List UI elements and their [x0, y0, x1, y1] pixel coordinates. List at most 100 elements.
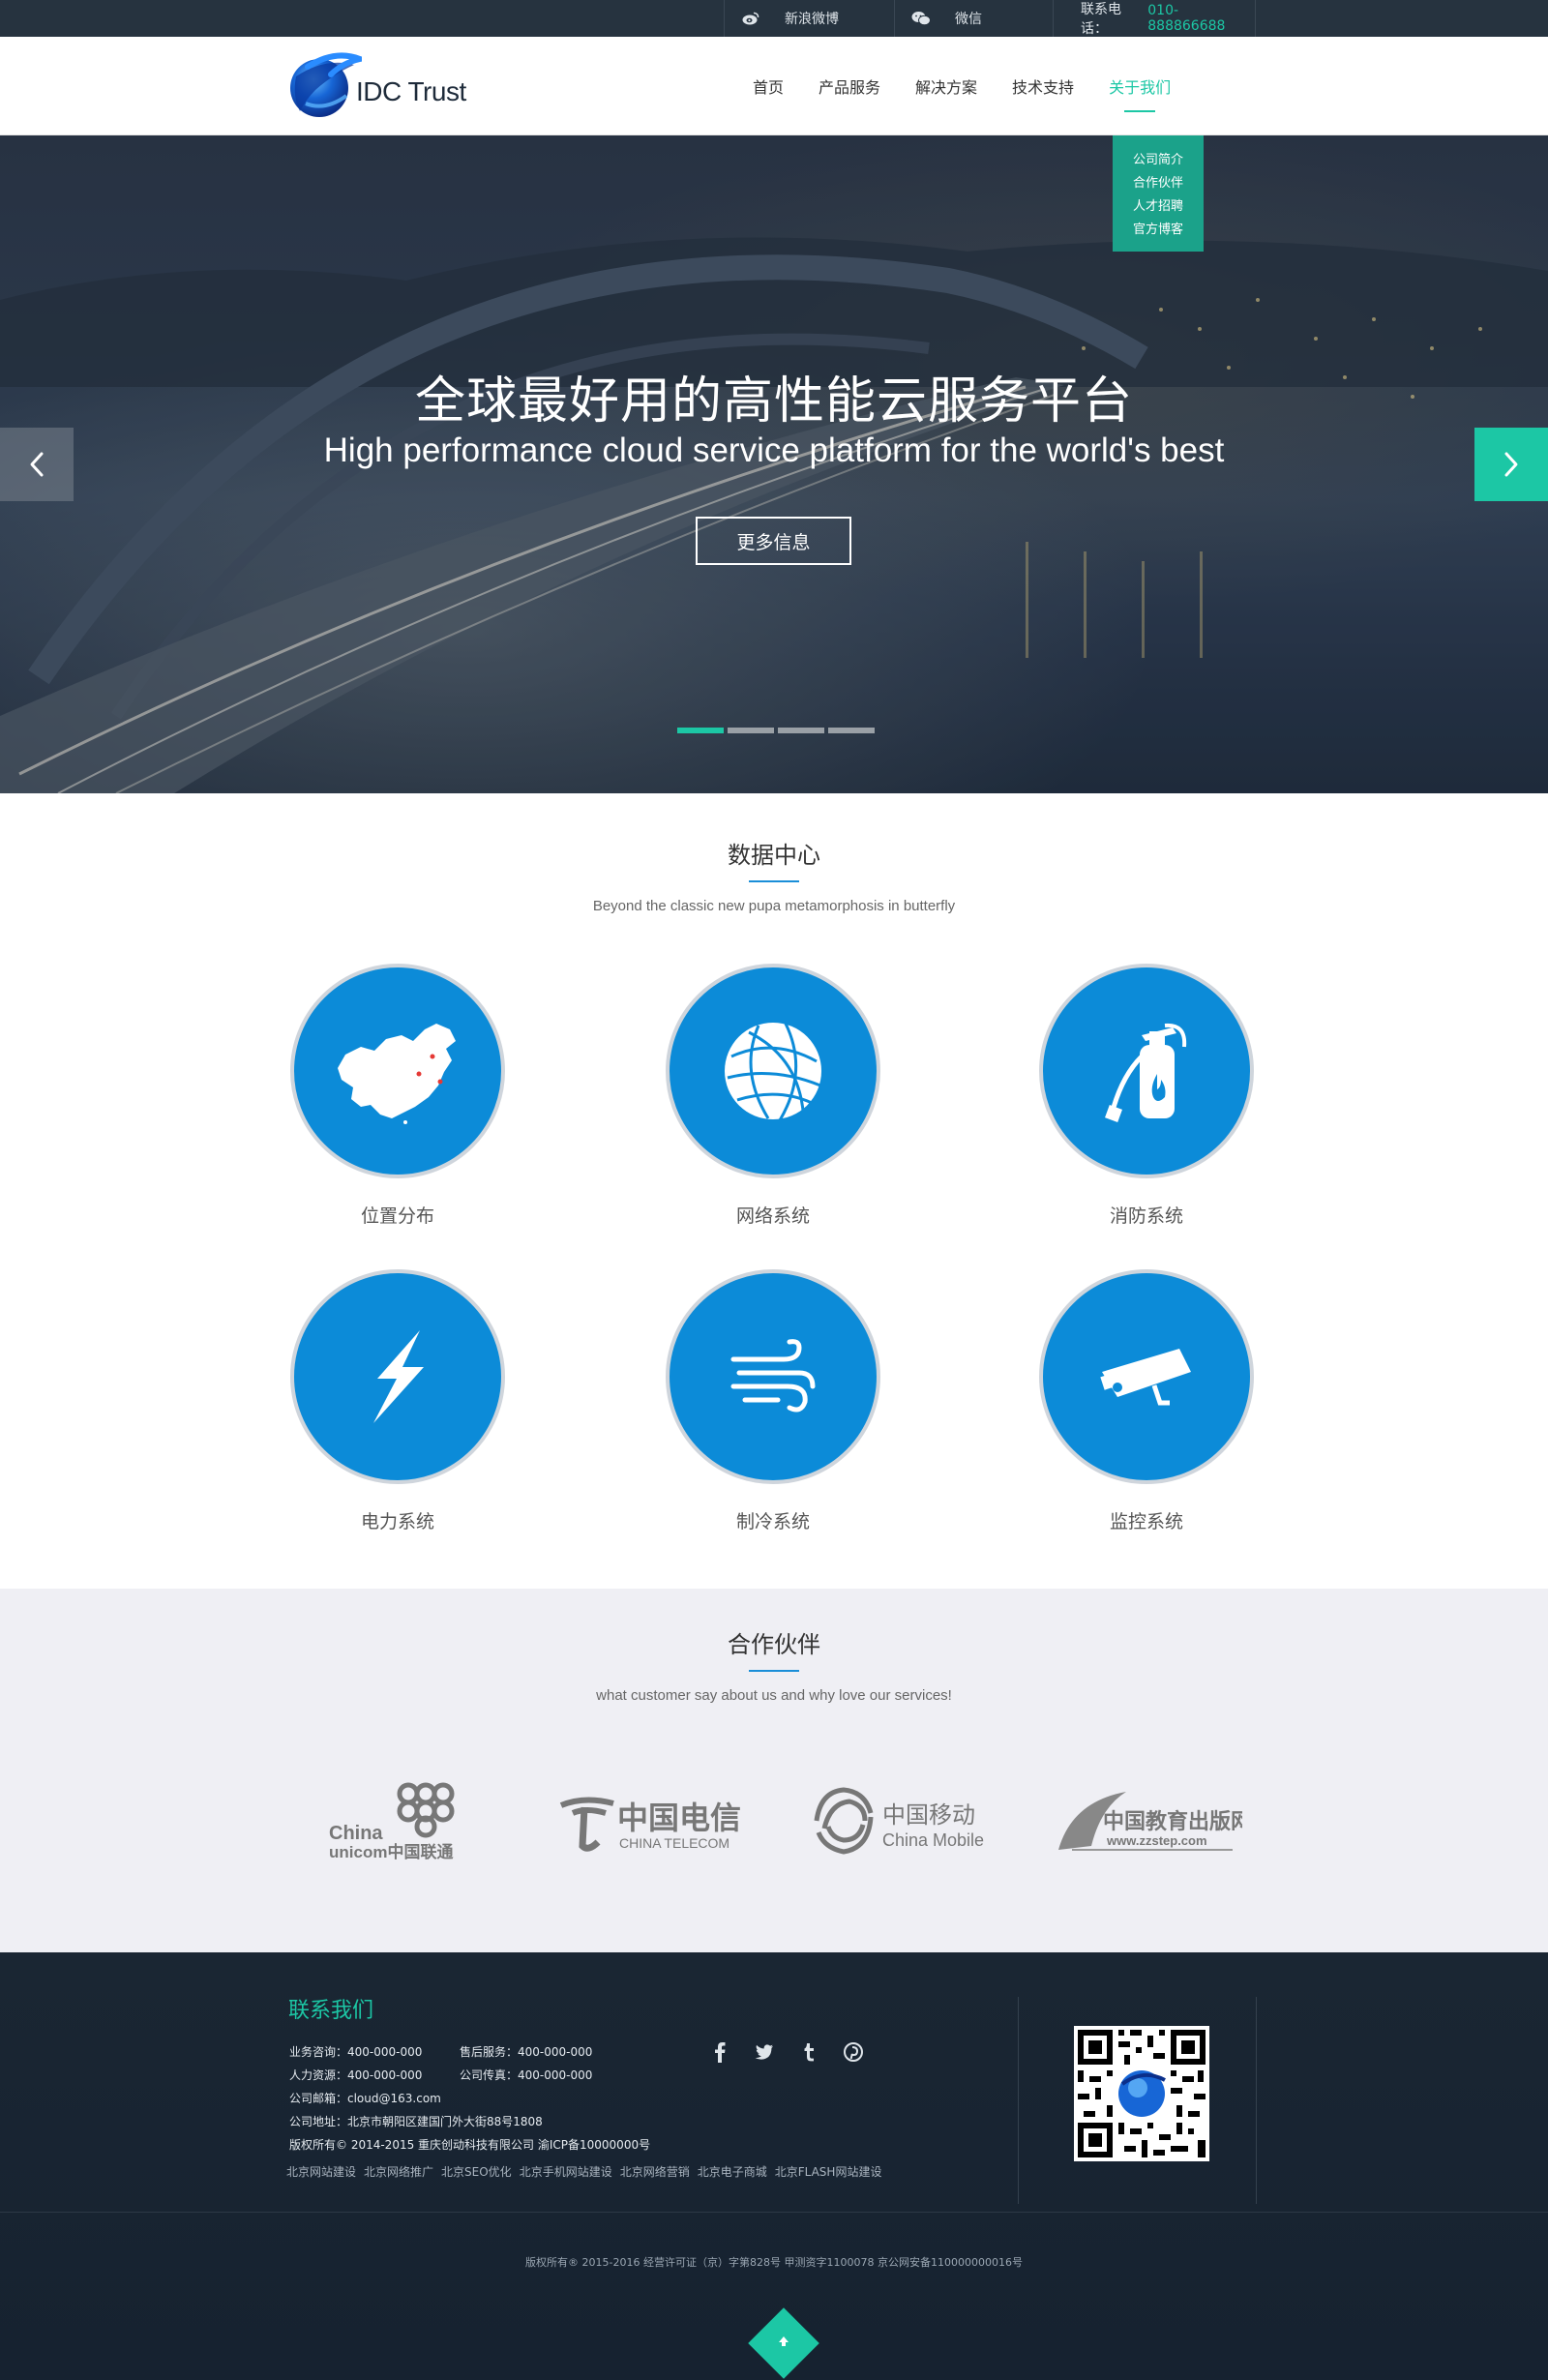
- about-dropdown-menu: 公司简介 合作伙伴 人才招聘 官方博客: [1113, 135, 1204, 252]
- footer-separator: [0, 2212, 1548, 2213]
- hero-subline: High performance cloud service platform …: [323, 431, 1225, 469]
- china-map-icon: [338, 1024, 456, 1124]
- globe-network-icon: [725, 1023, 821, 1121]
- hero-banner: 全球最好用的高性能云服务平台 High performance cloud se…: [0, 135, 1548, 793]
- partner-logo-unicom[interactable]: China unicom中国联通: [327, 1778, 472, 1865]
- nav-products[interactable]: 产品服务: [801, 37, 898, 135]
- unicom-knot-icon: China unicom中国联通: [329, 1782, 455, 1861]
- chevron-right-icon: [1504, 452, 1518, 477]
- wechat-link[interactable]: 微信: [894, 0, 1053, 37]
- slider-dot-1[interactable]: [677, 728, 724, 733]
- service-location-label: 位置分布: [360, 1205, 434, 1227]
- service-network-circle: [666, 964, 880, 1178]
- partners-title: 合作伙伴: [728, 1631, 820, 1658]
- wechat-icon: [910, 11, 932, 26]
- contact-title: 联系我们: [288, 1999, 374, 2023]
- service-cooling-label: 制冷系统: [735, 1511, 810, 1532]
- chevron-left-icon: [30, 452, 44, 477]
- slider-dot-4[interactable]: [828, 728, 875, 733]
- nav-solutions[interactable]: 解决方案: [898, 37, 995, 135]
- footer-link-6[interactable]: 北京电子商城: [698, 2163, 767, 2180]
- service-network[interactable]: 网络系统: [662, 964, 884, 1244]
- footer-link-4[interactable]: 北京手机网站建设: [520, 2163, 612, 2180]
- top-bar: 新浪微博 微信 联系电话： 010-888866688: [0, 0, 1548, 37]
- site-logo[interactable]: IDC Trust: [286, 46, 480, 124]
- service-cooling-circle: [666, 1269, 880, 1484]
- datacenter-title-underline: [749, 880, 799, 882]
- dropdown-item-company[interactable]: 公司简介: [1113, 149, 1204, 172]
- unicom-line2: unicom中国联通: [329, 1842, 453, 1861]
- footer-link-3[interactable]: 北京SEO优化: [441, 2163, 512, 2180]
- service-cooling[interactable]: 制冷系统: [662, 1269, 884, 1550]
- info-address: 公司地址：北京市朝阳区建国门外大街88号1808: [289, 2115, 543, 2128]
- logo-globe-icon: [290, 52, 362, 117]
- service-location[interactable]: 位置分布: [286, 964, 509, 1244]
- datacenter-title: 数据中心: [728, 842, 820, 869]
- tumblr-icon[interactable]: [799, 2041, 819, 2063]
- hero-headline: 全球最好用的高性能云服务平台: [414, 372, 1133, 431]
- weibo-link[interactable]: 新浪微博: [724, 0, 894, 37]
- footer-link-2[interactable]: 北京网络推广: [364, 2163, 433, 2180]
- qr-code: [1074, 2026, 1209, 2161]
- hero-prev-button[interactable]: [0, 428, 74, 501]
- weibo-icon: [740, 11, 761, 26]
- fire-extinguisher-icon: [1105, 1023, 1187, 1122]
- top-bar-links: 新浪微博 微信 联系电话： 010-888866688: [724, 0, 1256, 37]
- footer-link-7[interactable]: 北京FLASH网站建设: [775, 2163, 882, 2180]
- service-monitoring-circle: [1039, 1269, 1254, 1484]
- wechat-label: 微信: [955, 12, 982, 27]
- footer-link-1[interactable]: 北京网站建设: [286, 2163, 356, 2180]
- china-mobile-mark-icon: 中国移动 China Mobile: [814, 1787, 984, 1855]
- unicom-line1: China: [329, 1823, 383, 1844]
- telecom-mark-icon: 中国电信 CHINA TELECOM: [559, 1797, 741, 1852]
- info-aftersales: 售后服务：400-000-000: [460, 2045, 593, 2059]
- partner-logo-telecom[interactable]: 中国电信 CHINA TELECOM: [555, 1778, 745, 1865]
- footer-link-5[interactable]: 北京网络营销: [620, 2163, 690, 2180]
- info-business: 业务咨询：400-000-000: [289, 2045, 423, 2059]
- phone-label: 联系电话：: [1081, 2, 1121, 37]
- lightning-icon: [373, 1330, 424, 1423]
- zzstep-line1: 中国教育出版网: [1103, 1809, 1242, 1834]
- service-fire-circle: [1039, 964, 1254, 1178]
- zzstep-swoosh-icon: 中国教育出版网 www.zzstep.com: [1058, 1792, 1242, 1851]
- partners-title-underline: [749, 1670, 799, 1672]
- partner-logo-mobile[interactable]: 中国移动 China Mobile: [811, 1778, 991, 1865]
- dropdown-item-careers[interactable]: 人才招聘: [1113, 195, 1204, 219]
- datacenter-subtitle: Beyond the classic new pupa metamorphosi…: [592, 898, 956, 914]
- dropdown-item-blog[interactable]: 官方博客: [1113, 219, 1204, 242]
- more-info-button[interactable]: 更多信息: [696, 517, 851, 565]
- footer-divider-right: [1256, 1997, 1257, 2204]
- wind-icon: [730, 1339, 816, 1413]
- service-power-circle: [290, 1269, 505, 1484]
- dropdown-item-partners[interactable]: 合作伙伴: [1113, 172, 1204, 195]
- header: IDC Trust 首页 产品服务 解决方案 技术支持 关于我们: [0, 37, 1548, 135]
- partner-logo-zzstep[interactable]: 中国教育出版网 www.zzstep.com: [1053, 1778, 1242, 1865]
- service-monitoring[interactable]: 监控系统: [1035, 1269, 1258, 1550]
- nav-home[interactable]: 首页: [735, 37, 801, 135]
- slider-dot-2[interactable]: [728, 728, 774, 733]
- main-nav: 首页 产品服务 解决方案 技术支持 关于我们: [735, 37, 1188, 135]
- phone-number: 010-888866688: [1147, 3, 1226, 34]
- hero-next-button[interactable]: [1474, 428, 1548, 501]
- pinterest-icon[interactable]: [844, 2041, 863, 2063]
- service-fire[interactable]: 消防系统: [1035, 964, 1258, 1244]
- zzstep-line2: www.zzstep.com: [1106, 1833, 1207, 1848]
- weibo-label: 新浪微博: [785, 12, 839, 27]
- nav-about[interactable]: 关于我们: [1091, 37, 1188, 135]
- footer-divider-left: [1018, 1997, 1019, 2204]
- facebook-icon[interactable]: [710, 2041, 729, 2063]
- service-monitoring-label: 监控系统: [1109, 1511, 1183, 1532]
- twitter-icon[interactable]: [755, 2041, 774, 2063]
- mobile-line1: 中国移动: [882, 1801, 975, 1829]
- telecom-line2: CHINA TELECOM: [619, 1835, 729, 1851]
- security-camera-icon: [1100, 1349, 1191, 1406]
- nav-support[interactable]: 技术支持: [995, 37, 1091, 135]
- service-power[interactable]: 电力系统: [286, 1269, 509, 1550]
- service-fire-label: 消防系统: [1109, 1205, 1183, 1227]
- info-hr: 人力资源：400-000-000: [289, 2068, 423, 2082]
- slider-dots: [677, 728, 875, 733]
- arrow-up-icon: [774, 2332, 793, 2351]
- service-network-label: 网络系统: [735, 1205, 810, 1227]
- telecom-line1: 中国电信: [617, 1800, 741, 1836]
- slider-dot-3[interactable]: [778, 728, 824, 733]
